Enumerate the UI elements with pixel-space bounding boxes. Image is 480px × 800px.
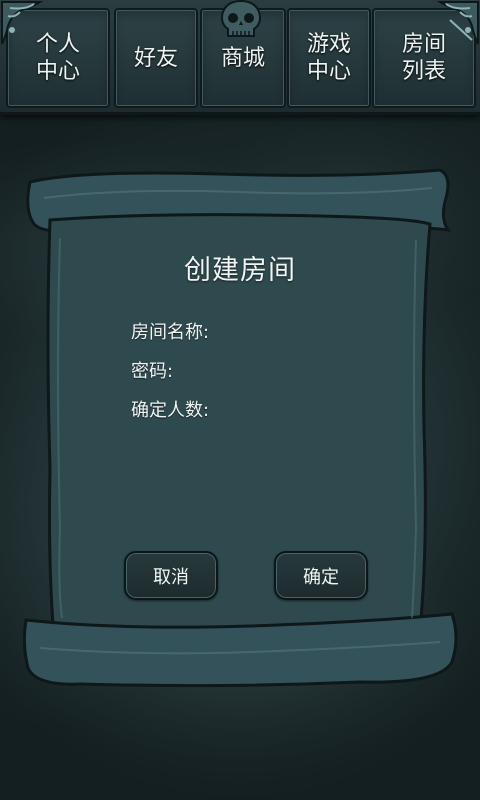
ornament-icon — [436, 0, 479, 45]
tab-label: 游戏 中心 — [306, 32, 351, 84]
ornament-icon — [1, 0, 44, 45]
password-label: 密码: — [131, 361, 174, 382]
confirm-button[interactable]: 确定 — [274, 551, 368, 600]
tab-label: 好友 — [133, 45, 178, 71]
top-tab-bar: 个人 中心 好友 商城 游戏 中心 房间 列表 — [0, 0, 480, 115]
scroll-panel — [22, 168, 458, 688]
dialog-title: 创建房间 — [184, 255, 296, 286]
tab-friends[interactable]: 好友 — [114, 8, 198, 108]
create-room-dialog: 创建房间 房间名称: 密码: 确定人数: 取消 确定 — [20, 168, 460, 692]
cancel-button[interactable]: 取消 — [124, 551, 218, 600]
tab-label: 商城 — [220, 45, 265, 71]
tab-game-center[interactable]: 游戏 中心 — [287, 8, 371, 108]
room-name-label: 房间名称: — [131, 322, 210, 343]
player-count-label: 确定人数: — [131, 400, 210, 421]
skull-icon — [220, 0, 262, 37]
